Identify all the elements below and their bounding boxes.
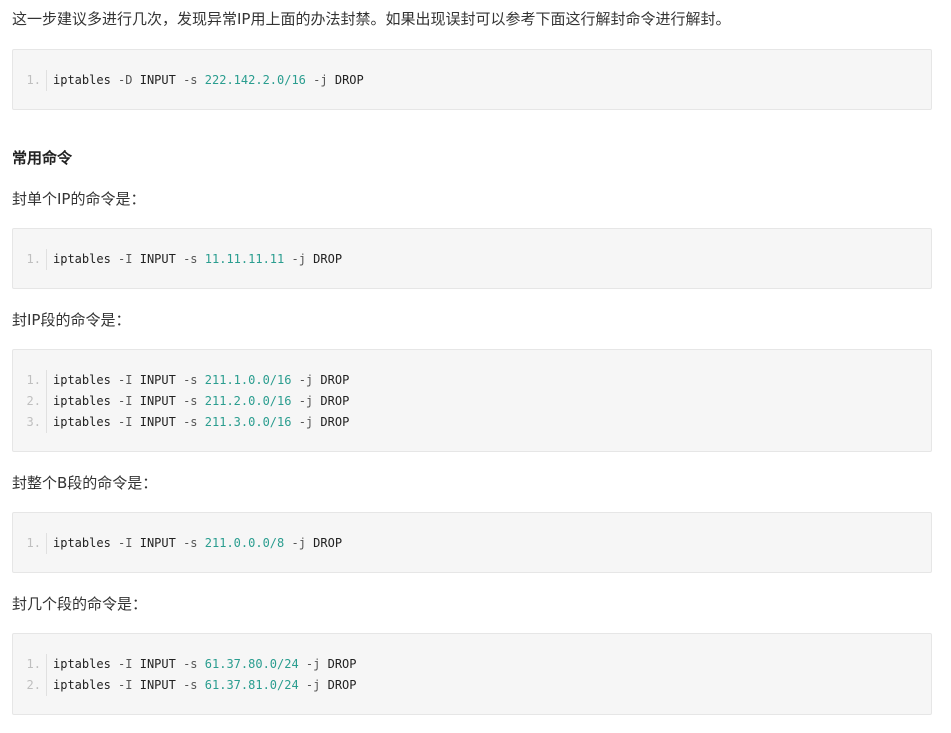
code-option: -s <box>183 73 198 87</box>
code-block-unban: 1. iptables -D INPUT -s 222.142.2.0/16 -… <box>12 49 932 110</box>
code-option: -s <box>183 415 198 429</box>
code-line: 1. iptables -D INPUT -s 222.142.2.0/16 -… <box>13 70 931 91</box>
line-number: 2. <box>13 675 47 696</box>
code-line: 1. iptables -I INPUT -s 211.0.0.0/8 -j D… <box>13 533 931 554</box>
code-chain: INPUT <box>139 415 176 429</box>
code-block-b-range: 1. iptables -I INPUT -s 211.0.0.0/8 -j D… <box>12 512 932 573</box>
code-command: iptables <box>53 657 111 671</box>
code-line: 1. iptables -I INPUT -s 11.11.11.11 -j D… <box>13 249 931 270</box>
code-command: iptables <box>53 536 111 550</box>
code-ip: 211.3.0.0/16 <box>204 415 292 429</box>
code-ip: 211.1.0.0/16 <box>204 373 292 387</box>
code-option: -j <box>305 657 321 671</box>
code-option: -j <box>291 536 306 550</box>
code-target: DROP <box>334 73 364 87</box>
code-option: -j <box>298 415 314 429</box>
code-option: -s <box>183 536 198 550</box>
line-number: 1. <box>13 533 47 554</box>
code-line: 1. iptables -I INPUT -s 211.1.0.0/16 -j … <box>13 370 931 391</box>
code-option: -s <box>183 678 198 692</box>
code-command: iptables <box>53 73 111 87</box>
code-option: -s <box>183 373 198 387</box>
code-target: DROP <box>313 536 343 550</box>
line-number: 1. <box>13 249 47 270</box>
line-number: 2. <box>13 391 47 412</box>
code-line: 2. iptables -I INPUT -s 61.37.81.0/24 -j… <box>13 675 931 696</box>
code-chain: INPUT <box>139 252 176 266</box>
section-heading: 常用命令 <box>12 149 73 167</box>
code-command: iptables <box>53 415 111 429</box>
code-chain: INPUT <box>139 536 176 550</box>
code-command: iptables <box>53 394 111 408</box>
code-block-multi-range: 1. iptables -I INPUT -s 61.37.80.0/24 -j… <box>12 633 932 715</box>
code-target: DROP <box>320 415 350 429</box>
line-number: 1. <box>13 654 47 675</box>
code-ip: 211.2.0.0/16 <box>204 394 292 408</box>
code-option: -I <box>118 394 133 408</box>
code-option: -D <box>118 73 133 87</box>
label-b-range: 封整个B段的命令是： <box>12 474 158 492</box>
code-ip: 61.37.80.0/24 <box>204 657 299 671</box>
label-single-ip: 封单个IP的命令是： <box>12 190 146 208</box>
code-option: -s <box>183 657 198 671</box>
code-ip: 211.0.0.0/8 <box>204 536 285 550</box>
code-option: -I <box>118 373 133 387</box>
code-option: -s <box>183 252 198 266</box>
code-line: 3. iptables -I INPUT -s 211.3.0.0/16 -j … <box>13 412 931 433</box>
code-chain: INPUT <box>139 73 176 87</box>
code-line: 2. iptables -I INPUT -s 211.2.0.0/16 -j … <box>13 391 931 412</box>
code-option: -j <box>305 678 321 692</box>
code-ip: 61.37.81.0/24 <box>204 678 299 692</box>
code-chain: INPUT <box>139 678 176 692</box>
label-multi-range: 封几个段的命令是： <box>12 595 148 613</box>
code-command: iptables <box>53 678 111 692</box>
code-option: -j <box>291 252 306 266</box>
code-option: -j <box>298 394 314 408</box>
line-number: 1. <box>13 370 47 391</box>
code-target: DROP <box>327 657 357 671</box>
code-option: -s <box>183 394 198 408</box>
code-chain: INPUT <box>139 657 176 671</box>
code-target: DROP <box>313 252 343 266</box>
code-ip: 11.11.11.11 <box>204 252 285 266</box>
code-command: iptables <box>53 373 111 387</box>
code-target: DROP <box>320 394 350 408</box>
code-block-single-ip: 1. iptables -I INPUT -s 11.11.11.11 -j D… <box>12 228 932 289</box>
code-line: 1. iptables -I INPUT -s 61.37.80.0/24 -j… <box>13 654 931 675</box>
code-option: -j <box>313 73 328 87</box>
code-option: -I <box>118 415 133 429</box>
code-option: -I <box>118 657 133 671</box>
code-target: DROP <box>327 678 357 692</box>
code-option: -j <box>298 373 314 387</box>
code-chain: INPUT <box>139 373 176 387</box>
code-ip: 222.142.2.0/16 <box>204 73 306 87</box>
code-option: -I <box>118 536 133 550</box>
code-block-ip-range: 1. iptables -I INPUT -s 211.1.0.0/16 -j … <box>12 349 932 452</box>
code-chain: INPUT <box>139 394 176 408</box>
code-target: DROP <box>320 373 350 387</box>
code-option: -I <box>118 678 133 692</box>
line-number: 1. <box>13 70 47 91</box>
line-number: 3. <box>13 412 47 433</box>
code-command: iptables <box>53 252 111 266</box>
intro-paragraph: 这一步建议多进行几次，发现异常IP用上面的办法封禁。如果出现误封可以参考下面这行… <box>12 10 731 28</box>
label-ip-range: 封IP段的命令是： <box>12 311 131 329</box>
code-option: -I <box>118 252 133 266</box>
